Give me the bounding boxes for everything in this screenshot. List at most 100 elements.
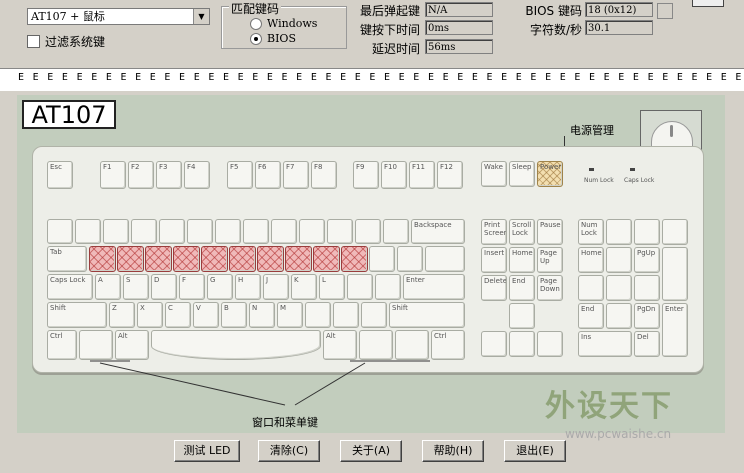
key-f1: F1 xyxy=(100,161,126,189)
key-right xyxy=(537,331,563,357)
key-e-highlighted xyxy=(145,246,172,272)
chars-per-sec-field: 30.1 xyxy=(585,20,653,35)
device-select[interactable]: AT107 + 鼠标 ▼ xyxy=(27,8,210,25)
key-m: M xyxy=(277,302,303,328)
clear-button[interactable]: 清除(C) xyxy=(258,440,320,462)
filter-label: 过滤系统键 xyxy=(45,35,106,49)
key-num-plus xyxy=(662,247,688,301)
key-enter: Enter xyxy=(403,274,465,300)
key-5 xyxy=(187,219,213,244)
key-num-decimal: Del xyxy=(634,331,660,357)
key-z: Z xyxy=(109,302,135,328)
key-num-multiply xyxy=(634,219,660,245)
key-sleep: Sleep xyxy=(509,161,535,187)
radio-bios-circle[interactable] xyxy=(250,32,262,45)
key-backspace: Backspace xyxy=(411,219,465,244)
filter-system-keys-checkbox[interactable]: 过滤系统键 xyxy=(27,33,105,50)
key-capslock: Caps Lock xyxy=(47,274,93,300)
key-rbracket xyxy=(397,246,423,272)
radio-windows-circle[interactable] xyxy=(250,17,262,30)
model-label: AT107 xyxy=(22,100,116,129)
keyboard-body: Esc F1 F2 F3 F4 F5 F6 F7 F8 F9 F10 F11 F… xyxy=(32,146,704,373)
key-delete: Delete xyxy=(481,275,507,301)
key-prtsc: Print Screen xyxy=(481,219,507,245)
key-6 xyxy=(215,219,241,244)
window-menu-annot-lines xyxy=(90,360,430,406)
key-quote xyxy=(375,274,401,300)
key-num-7: Home xyxy=(578,247,604,273)
key-minus xyxy=(355,219,381,244)
bios-code-field: 18 (0x12) xyxy=(585,2,653,17)
key-f9: F9 xyxy=(353,161,379,189)
key-num-2 xyxy=(606,303,632,329)
key-p-highlighted xyxy=(341,246,368,272)
key-f6: F6 xyxy=(255,161,281,189)
checkbox-box[interactable] xyxy=(27,35,40,48)
key-f5: F5 xyxy=(227,161,253,189)
key-i-highlighted xyxy=(285,246,312,272)
key-c: C xyxy=(165,302,191,328)
key-lshift: Shift xyxy=(47,302,107,328)
key-x: X xyxy=(137,302,163,328)
key-9 xyxy=(299,219,325,244)
key-lbracket xyxy=(369,246,395,272)
key-num-3: PgDn xyxy=(634,303,660,329)
key-f3: F3 xyxy=(156,161,182,189)
key-2 xyxy=(103,219,129,244)
key-num-1: End xyxy=(578,303,604,329)
test-led-button[interactable]: 测试 LED xyxy=(174,440,240,462)
press-time-label: 键按下时间 xyxy=(359,23,420,37)
caps-lock-led-label: Caps Lock xyxy=(624,177,655,184)
watermark-logo: 外设天下 xyxy=(545,389,673,424)
key-wake: Wake xyxy=(481,161,507,187)
key-left xyxy=(481,331,507,357)
key-insert: Insert xyxy=(481,247,507,273)
key-num-6 xyxy=(634,275,660,301)
key-4 xyxy=(159,219,185,244)
key-w-highlighted xyxy=(117,246,144,272)
exit-button[interactable]: 退出(E) xyxy=(504,440,566,462)
key-f10: F10 xyxy=(381,161,407,189)
key-n: N xyxy=(249,302,275,328)
key-y-highlighted xyxy=(229,246,256,272)
key-f: F xyxy=(179,274,205,300)
key-home: Home xyxy=(509,247,535,273)
key-q-highlighted xyxy=(89,246,116,272)
mouse-wheel-icon xyxy=(670,125,673,137)
press-time-field: 0ms xyxy=(425,20,493,35)
key-tab: Tab xyxy=(47,246,87,272)
key-slash xyxy=(361,302,387,328)
key-equals xyxy=(383,219,409,244)
device-select-value: AT107 + 鼠标 xyxy=(31,10,105,23)
key-f4: F4 xyxy=(184,161,210,189)
key-pgup: Page Up xyxy=(537,247,563,273)
key-pgdn: Page Down xyxy=(537,275,563,301)
last-key-field: N/A xyxy=(425,2,493,17)
key-l: L xyxy=(319,274,345,300)
key-semicolon xyxy=(347,274,373,300)
chevron-down-icon[interactable]: ▼ xyxy=(193,9,209,24)
help-button[interactable]: 帮助(H) xyxy=(422,440,484,462)
key-esc: Esc xyxy=(47,161,73,189)
key-num-9: PgUp xyxy=(634,247,660,273)
key-end: End xyxy=(509,275,535,301)
key-numlock: Num Lock xyxy=(578,219,604,245)
about-button[interactable]: 关于(A) xyxy=(340,440,402,462)
key-u-highlighted xyxy=(257,246,284,272)
extra-checkbox[interactable] xyxy=(657,3,673,19)
key-a: A xyxy=(95,274,121,300)
key-7 xyxy=(243,219,269,244)
radio-bios[interactable]: BIOS xyxy=(250,32,296,45)
key-num-8 xyxy=(606,247,632,273)
key-j: J xyxy=(263,274,289,300)
event-strip: E E E E E E E E E E E E E E E E E E E E … xyxy=(0,68,744,91)
radio-windows[interactable]: Windows xyxy=(250,17,317,30)
key-num-enter: Enter xyxy=(662,303,688,357)
bios-code-label: BIOS 键码 xyxy=(525,4,582,18)
delay-field: 56ms xyxy=(425,39,493,54)
key-num-0: Ins xyxy=(578,331,632,357)
key-0 xyxy=(327,219,353,244)
key-1 xyxy=(75,219,101,244)
key-g: G xyxy=(207,274,233,300)
key-backtick xyxy=(47,219,73,244)
